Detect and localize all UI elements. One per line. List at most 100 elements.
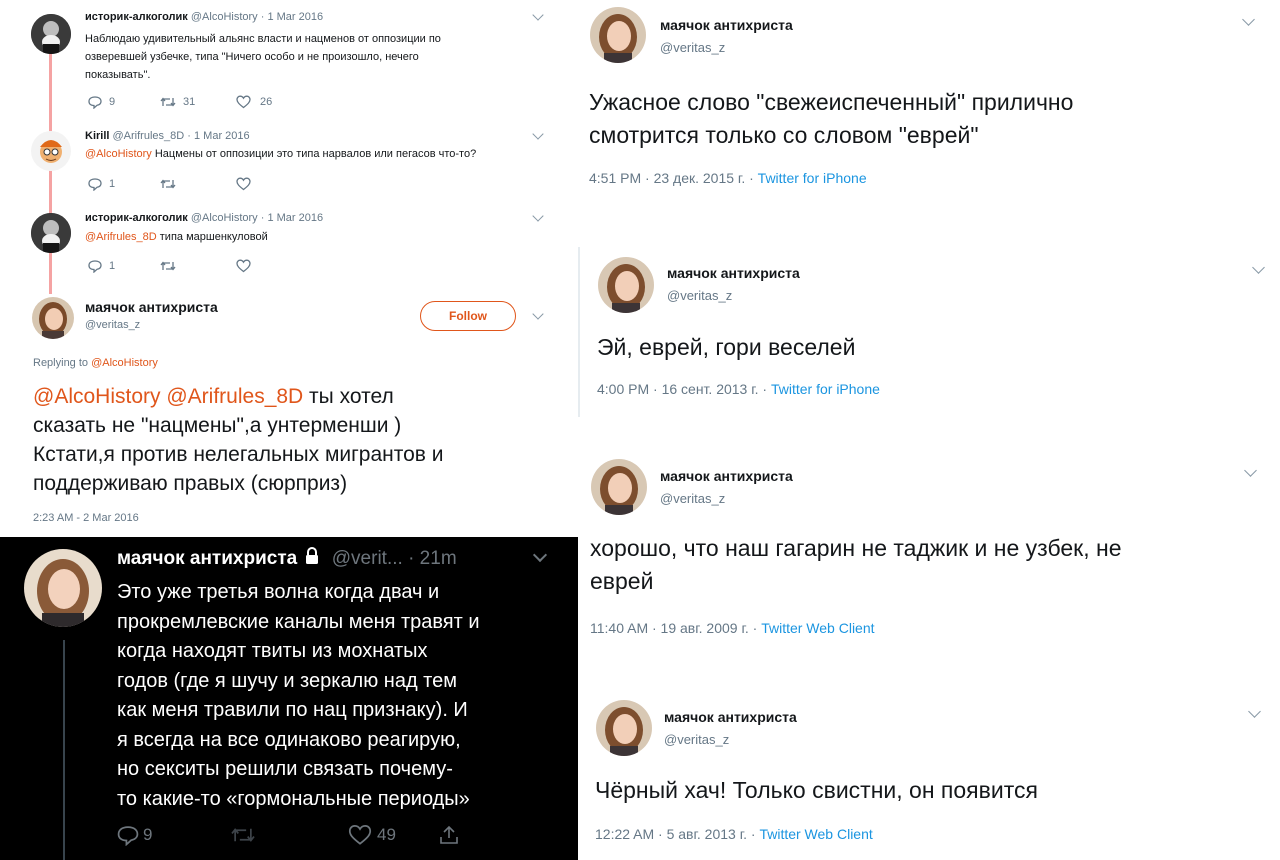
- avatar[interactable]: [590, 7, 646, 63]
- author-name[interactable]: маячок антихриста: [664, 709, 797, 725]
- chevron-down-icon[interactable]: [532, 547, 548, 563]
- reply-count: 1: [109, 178, 116, 190]
- mention-link[interactable]: @Arifrules_8D: [166, 385, 303, 408]
- tweet-text-line: поддерживаю правых (сюрприз): [33, 472, 348, 495]
- retweet-icon: [160, 179, 176, 189]
- tweet-timestamp[interactable]: 4:00 PM · 16 сент. 2013 г. ·: [597, 381, 771, 397]
- author-name[interactable]: маячок антихриста: [660, 17, 793, 33]
- author-handle[interactable]: @veritas_z: [660, 40, 725, 55]
- avatar[interactable]: [31, 131, 71, 171]
- reply-button[interactable]: 1: [88, 259, 160, 273]
- author-handle[interactable]: @veritas_z: [667, 288, 732, 303]
- retweet-count: 31: [183, 96, 196, 108]
- follow-button[interactable]: Follow: [420, 301, 516, 331]
- retweet-button[interactable]: [160, 259, 236, 273]
- author-name[interactable]: историк-алкоголик: [85, 212, 188, 224]
- reply-button[interactable]: 1: [88, 177, 160, 191]
- reply-button[interactable]: 9: [88, 95, 160, 109]
- mention-link[interactable]: @AlcoHistory: [85, 148, 152, 160]
- tweet-text-line: когда находят твиты из мохнатых: [117, 640, 428, 662]
- author-name[interactable]: маячок антихриста: [660, 468, 793, 484]
- tweet-text-line: Это уже третья волна когда двач и: [117, 581, 440, 603]
- tweet-text-line: но секситы решили связать почему-: [117, 758, 453, 780]
- tweet-source-link[interactable]: Twitter for iPhone: [771, 381, 880, 397]
- tweet-text-line: показывать".: [85, 69, 151, 81]
- author-name[interactable]: маячок антихриста: [117, 548, 297, 569]
- chevron-down-icon[interactable]: [1252, 261, 1265, 274]
- tweet-text-line: то какие-то «гормональные периоды»: [117, 787, 470, 810]
- avatar[interactable]: [596, 700, 652, 756]
- right-column: маячок антихриста @veritas_z Ужасное сло…: [578, 0, 1280, 860]
- tweet-date[interactable]: · 1 Mar 2016: [261, 11, 323, 23]
- tweet-source-link[interactable]: Twitter Web Client: [761, 620, 874, 636]
- tweet-text-line: ты хотел: [303, 385, 394, 408]
- author-handle[interactable]: @Arifrules_8D: [113, 130, 185, 142]
- chevron-down-icon[interactable]: [1242, 13, 1255, 26]
- tweet-timestamp[interactable]: 4:51 PM · 23 дек. 2015 г. ·: [589, 170, 758, 186]
- reply-button[interactable]: 9: [117, 824, 230, 846]
- avatar[interactable]: [32, 297, 74, 339]
- tweet-text-line: еврей: [590, 568, 654, 594]
- chevron-down-icon[interactable]: [1244, 464, 1257, 477]
- like-count: 49: [377, 825, 396, 844]
- retweet-button[interactable]: [160, 177, 236, 191]
- share-button[interactable]: [438, 824, 460, 846]
- chevron-down-icon[interactable]: [532, 210, 544, 222]
- retweet-button[interactable]: [230, 824, 348, 846]
- reply-count: 1: [109, 260, 116, 272]
- author-handle[interactable]: @veritas_z: [85, 319, 140, 331]
- mention-link[interactable]: @AlcoHistory: [91, 357, 158, 369]
- author-handle[interactable]: @AlcoHistory: [191, 212, 258, 224]
- chevron-down-icon[interactable]: [1248, 705, 1261, 718]
- tweet-timestamp[interactable]: 11:40 AM · 19 авг. 2009 г. ·: [590, 620, 761, 636]
- author-handle[interactable]: @verit...: [332, 548, 403, 569]
- tweet-text-line: Наблюдаю удивительный альянс власти и на…: [85, 33, 441, 45]
- tweet-text-line: смотрится только со словом "еврей": [589, 122, 979, 148]
- tweet-text-line: прокремлевские каналы меня травят и: [117, 610, 480, 633]
- heart-icon: [348, 825, 372, 845]
- tweet-timestamp[interactable]: 2:23 AM - 2 Mar 2016: [33, 512, 139, 524]
- avatar[interactable]: [591, 459, 647, 515]
- tweet-text-line: хорошо, что наш гагарин не таджик и не у…: [590, 535, 1122, 561]
- tweet-text-line: я всегда на все одинаково реагирую,: [117, 728, 461, 751]
- author-handle[interactable]: @veritas_z: [664, 732, 729, 747]
- replying-to-label: Replying to: [33, 357, 92, 369]
- avatar[interactable]: [24, 549, 102, 627]
- chevron-down-icon[interactable]: [532, 308, 544, 320]
- author-name[interactable]: маячок антихриста: [667, 265, 800, 281]
- tweet-source-link[interactable]: Twitter Web Client: [759, 826, 872, 842]
- tweet-text-line: Эй, еврей, гори веселей: [597, 334, 856, 360]
- tweet-timestamp[interactable]: 12:22 AM · 5 авг. 2013 г. ·: [595, 826, 759, 842]
- author-handle[interactable]: @veritas_z: [660, 491, 725, 506]
- follow-label: Follow: [449, 309, 487, 323]
- chevron-down-icon[interactable]: [532, 128, 544, 140]
- share-icon: [440, 825, 458, 844]
- reply-icon: [88, 178, 102, 191]
- reply-icon: [88, 96, 102, 109]
- reply-count: 9: [143, 825, 153, 844]
- author-name[interactable]: историк-алкоголик: [85, 11, 188, 23]
- tweet-date[interactable]: · 1 Mar 2016: [261, 212, 323, 224]
- author-name[interactable]: Kirill: [85, 130, 109, 142]
- like-button[interactable]: [236, 177, 251, 191]
- avatar[interactable]: [31, 14, 71, 54]
- heart-icon: [236, 95, 251, 109]
- avatar[interactable]: [31, 213, 71, 253]
- tweet-date[interactable]: · 1 Mar 2016: [187, 130, 249, 142]
- chevron-down-icon[interactable]: [532, 9, 544, 21]
- mention-link[interactable]: @Arifrules_8D: [85, 231, 157, 243]
- like-button[interactable]: 26: [236, 95, 272, 109]
- heart-icon: [236, 259, 251, 273]
- retweet-icon: [160, 261, 176, 271]
- retweet-button[interactable]: 31: [160, 95, 236, 109]
- author-name[interactable]: маячок антихриста: [85, 299, 218, 315]
- tweet-text-line: озверевшей узбечке, типа "Ничего особо и…: [85, 51, 419, 63]
- tweet-source-link[interactable]: Twitter for iPhone: [758, 170, 867, 186]
- avatar[interactable]: [598, 257, 654, 313]
- like-button[interactable]: 49: [348, 824, 438, 846]
- like-button[interactable]: [236, 259, 251, 273]
- mention-link[interactable]: @AlcoHistory: [33, 385, 161, 408]
- tweet-time[interactable]: · 21m: [408, 548, 457, 569]
- author-handle[interactable]: @AlcoHistory: [191, 11, 258, 23]
- tweet-text-line: Ужасное слово "свежеиспеченный" прилично: [589, 89, 1074, 115]
